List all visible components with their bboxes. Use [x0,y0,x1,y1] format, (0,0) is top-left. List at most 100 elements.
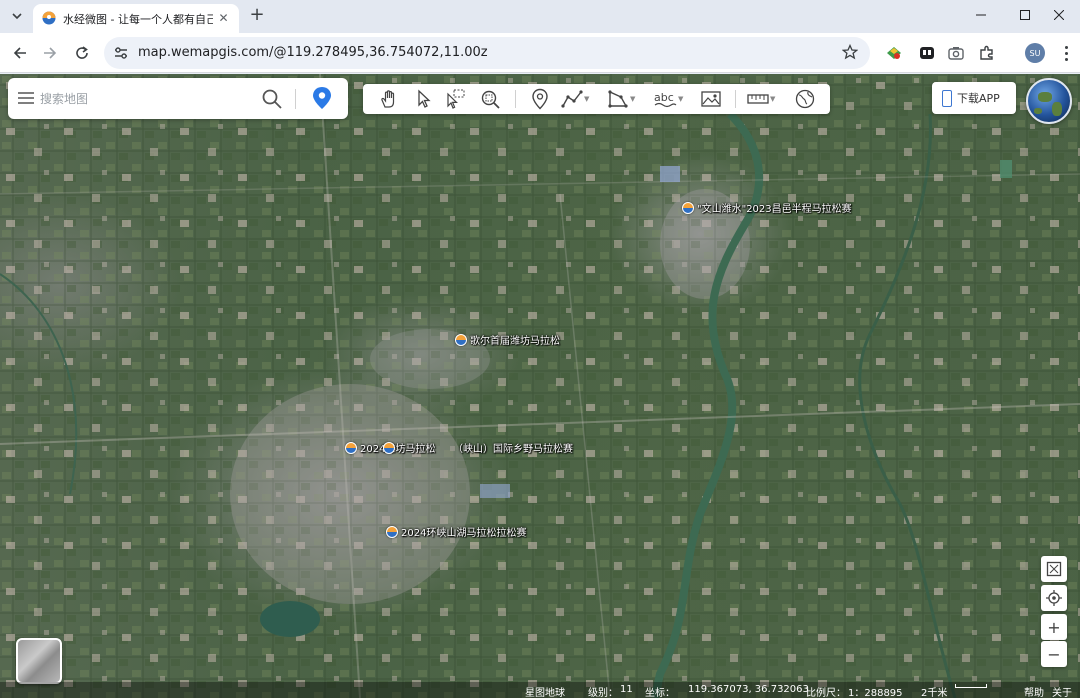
divider [735,90,736,108]
marker-label: （峡山）国际乡野马拉松赛 [453,444,573,455]
zoom-in-button[interactable]: + [1041,614,1067,640]
search-icon[interactable] [261,88,283,110]
camera-icon [948,47,964,60]
scale-value: 1：288895 [848,688,903,698]
zoom-out-button[interactable]: − [1041,641,1067,667]
map-toolbar: ▼ ▼ abc ▼ ▼ [363,84,830,114]
profile-avatar[interactable]: SU [1025,43,1045,63]
extensions-button[interactable] [977,43,997,63]
about-link[interactable]: 关于 [1052,684,1072,698]
minimize-button[interactable] [958,0,1004,30]
extension-maps-button[interactable] [884,43,904,63]
scale-distance: 2千米 [921,688,948,698]
browser-menu-button[interactable] [1060,43,1072,63]
3d-globe-tool[interactable] [795,88,815,110]
marker-pin-icon [386,525,398,538]
site-favicon-icon [42,11,56,25]
reload-button[interactable] [70,41,94,65]
reload-icon [76,46,88,59]
scale-label: 比例尺： [806,688,846,698]
fullscreen-icon [1046,561,1062,577]
marker-label: "文山潍水"2023昌邑半程马拉松赛 [697,204,852,215]
map-search-panel [8,78,348,119]
divider [515,90,516,108]
marker-pin-icon [345,441,357,454]
tab-close-button[interactable]: ✕ [216,11,231,26]
extension-app-button[interactable] [917,43,937,63]
marker-label: 歌尔首届潍坊马拉松 [470,336,560,347]
overview-minimap[interactable] [16,638,62,684]
select-tool[interactable] [415,88,433,110]
pan-hand-icon [381,90,395,108]
map-extension-icon [887,47,901,59]
location-pin-icon[interactable] [311,86,333,110]
text-tool[interactable]: abc ▼ [653,88,683,110]
measure-ruler-icon [747,94,769,104]
site-info-icon[interactable] [114,46,128,60]
download-app-label: 下载APP [957,92,1000,105]
tab-title: 水经微图 - 让每一个人都有自己 [63,13,213,26]
coordinate-label: 坐标： [645,688,675,698]
minimize-icon [976,14,986,16]
image-icon [701,91,721,107]
polyline-tool[interactable]: ▼ [561,88,589,110]
polygon-tool[interactable]: ▼ [607,88,635,110]
map-view[interactable]: "文山潍水"2023昌邑半程马拉松赛 歌尔首届潍坊马拉松 2024潍坊马拉松 （… [0,74,1080,698]
maximize-icon [1020,10,1030,20]
zoom-level-label: 级别： [588,688,618,698]
box-select-tool[interactable] [445,88,465,110]
close-window-button[interactable] [1036,0,1080,30]
fullscreen-button[interactable] [1041,556,1067,582]
map-marker[interactable]: "文山潍水"2023昌邑半程马拉松赛 [682,200,852,215]
browser-toolbar: map.wemapgis.com/@119.278495,36.754072,1… [0,33,1080,73]
puzzle-icon [980,45,993,60]
url-text: map.wemapgis.com/@119.278495,36.754072,1… [138,45,488,60]
image-tool[interactable] [701,88,721,110]
menu-icon[interactable] [18,91,34,105]
back-button[interactable] [8,41,32,65]
polyline-icon [561,90,583,108]
basemap-layer-name: 星图地球 [525,688,565,698]
crosshair-icon [1046,590,1062,606]
select-arrow-icon [418,89,431,108]
measure-tool[interactable]: ▼ [747,88,775,110]
screenshot-button[interactable] [946,43,966,63]
scale-bar [955,684,987,688]
marker-pin-icon [383,441,395,454]
browser-window: 水经微图 - 让每一个人都有自己 ✕ + map.wemapgis.com/@1… [0,0,1080,698]
zoom-level-value: 11 [620,684,633,695]
forward-button[interactable] [38,41,62,65]
arrow-right-icon [44,47,57,59]
download-app-button[interactable]: 下载APP [932,82,1016,114]
close-icon [1054,10,1064,20]
zoom-area-tool[interactable] [479,88,501,110]
select-box-icon [447,89,465,109]
polygon-icon [608,90,628,108]
bookmark-star-icon[interactable] [842,44,858,60]
svg-text:abc: abc [654,91,674,104]
locate-button[interactable] [1041,585,1067,611]
zoom-to-area-icon [481,90,500,109]
satellite-imagery [0,74,1080,698]
map-status-bar: 星图地球 级别： 11 坐标： 119.367073, 36.732063 比例… [0,682,1080,698]
marker-label: 2024环峡山湖马拉松拉松赛 [401,528,527,539]
arrow-left-icon [13,47,26,59]
map-marker[interactable]: 歌尔首届潍坊马拉松 [455,332,560,347]
marker-tool[interactable] [531,88,549,110]
help-link[interactable]: 帮助 [1024,684,1044,698]
pan-tool[interactable] [379,88,399,110]
chevron-down-icon [12,13,22,20]
new-tab-button[interactable]: + [247,6,267,26]
marker-pin-icon [455,333,467,346]
coordinate-value: 119.367073, 36.732063 [688,684,809,695]
tab-search-button[interactable] [6,5,28,27]
map-marker[interactable]: （峡山）国际乡野马拉松赛 [383,440,573,455]
app-extension-icon [920,47,934,59]
address-bar[interactable]: map.wemapgis.com/@119.278495,36.754072,1… [104,37,870,69]
layer-switch-globe[interactable] [1026,78,1072,124]
globe-3d-icon [795,89,815,109]
tab-strip: 水经微图 - 让每一个人都有自己 ✕ + [0,0,1080,33]
search-input[interactable] [40,87,250,111]
tab-active[interactable]: 水经微图 - 让每一个人都有自己 ✕ [33,4,239,33]
map-marker[interactable]: 2024环峡山湖马拉松拉松赛 [386,524,526,539]
